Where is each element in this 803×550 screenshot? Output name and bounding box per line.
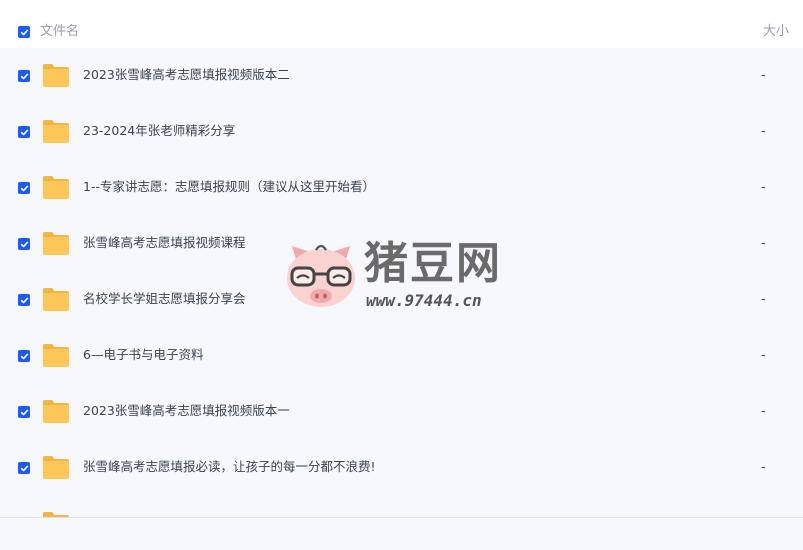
column-header-size[interactable]: 大小 (763, 24, 789, 40)
row-checkbox[interactable] (18, 350, 30, 362)
select-all-checkbox[interactable] (18, 26, 30, 38)
file-name[interactable]: 2023张雪峰高考志愿填报视频版本二 (83, 67, 290, 83)
folder-icon (43, 120, 69, 143)
folder-icon (43, 344, 69, 367)
file-row[interactable]: 6—电子书与电子资料 - (0, 328, 803, 384)
file-size: - (761, 123, 766, 138)
file-row[interactable]: 2023张雪峰高考志愿填报视频版本二 - (0, 48, 803, 104)
row-checkbox[interactable] (18, 182, 30, 194)
folder-icon (43, 176, 69, 199)
file-size: - (761, 403, 766, 418)
folder-icon (43, 456, 69, 479)
folder-icon (43, 288, 69, 311)
file-size: - (761, 347, 766, 362)
file-row[interactable]: 张雪峰高考志愿填报必读，让孩子的每一分都不浪费! - (0, 440, 803, 496)
file-row[interactable]: 1--专家讲志愿：志愿填报规则（建议从这里开始看） - (0, 160, 803, 216)
row-checkbox[interactable] (18, 238, 30, 250)
row-checkbox[interactable] (18, 406, 30, 418)
file-name[interactable]: 2023张雪峰高考志愿填报视频版本一 (83, 403, 290, 419)
file-size: - (761, 67, 766, 82)
file-row[interactable]: 23-2024年张老师精彩分享 - (0, 104, 803, 160)
row-checkbox[interactable] (18, 126, 30, 138)
file-row[interactable]: 名校学长学姐志愿填报分享会 - (0, 272, 803, 328)
file-list: 2023张雪峰高考志愿填报视频版本二 - 23-2024年张老师精彩分享 - 1… (0, 48, 803, 518)
file-row[interactable]: 2023张雪峰高考志愿填报视频版本一 - (0, 384, 803, 440)
file-size: - (761, 235, 766, 250)
file-name[interactable]: 6—电子书与电子资料 (83, 347, 203, 363)
file-name[interactable]: 名校学长学姐志愿填报分享会 (83, 291, 246, 307)
file-size: - (761, 459, 766, 474)
file-name[interactable]: 23-2024年张老师精彩分享 (83, 123, 235, 139)
row-checkbox[interactable] (18, 294, 30, 306)
file-size: - (761, 179, 766, 194)
row-checkbox[interactable] (18, 70, 30, 82)
file-row[interactable]: 张雪峰高考志愿填报视频课程 - (0, 216, 803, 272)
row-checkbox[interactable] (18, 462, 30, 474)
file-name[interactable]: 张雪峰高考志愿填报必读，让孩子的每一分都不浪费! (83, 459, 376, 475)
list-footer (0, 517, 803, 550)
folder-icon (43, 400, 69, 423)
folder-icon (43, 232, 69, 255)
file-name[interactable]: 张雪峰高考志愿填报视频课程 (83, 235, 246, 251)
file-name[interactable]: 1--专家讲志愿：志愿填报规则（建议从这里开始看） (83, 179, 375, 195)
file-size: - (761, 291, 766, 306)
file-row-partial[interactable] (0, 496, 803, 518)
file-list-page: 文件名 大小 2023张雪峰高考志愿填报视频版本二 - 23-2024年张老师精… (0, 0, 803, 550)
folder-icon (43, 64, 69, 87)
list-header: 文件名 大小 (0, 0, 803, 48)
column-header-name[interactable]: 文件名 (40, 24, 79, 40)
